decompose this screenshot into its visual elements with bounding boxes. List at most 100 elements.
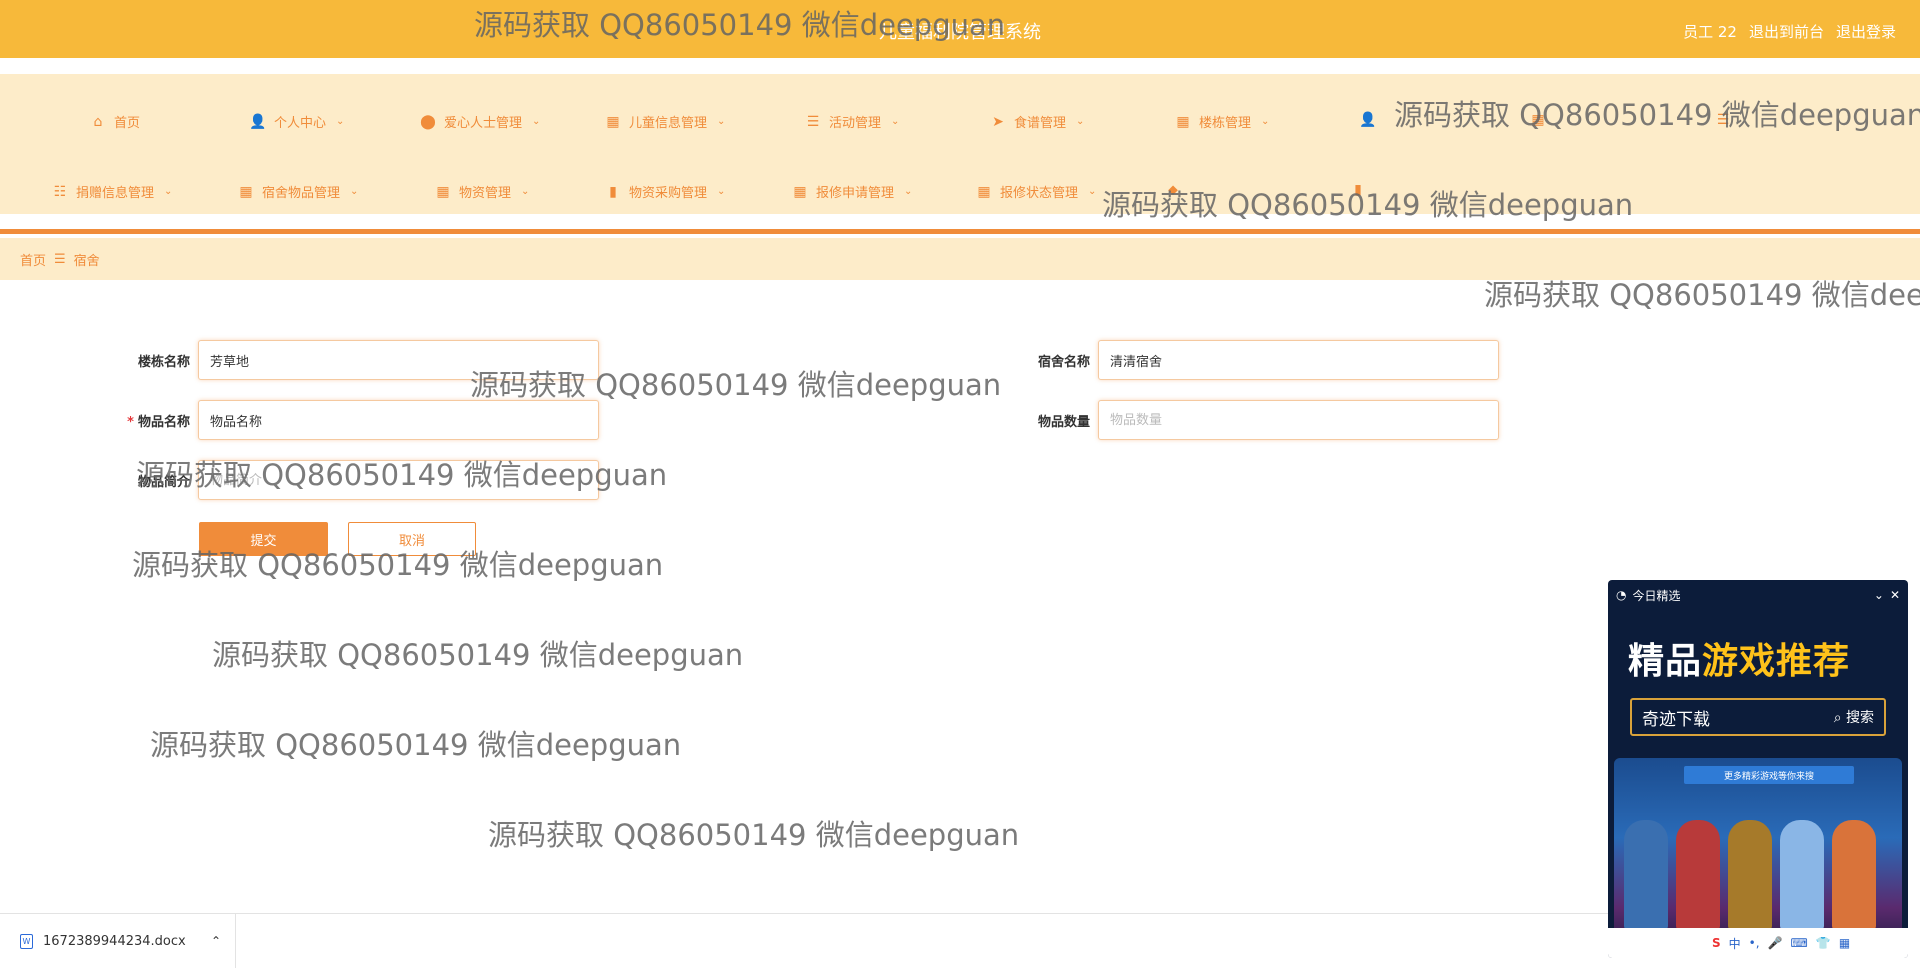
menu-row1-item[interactable]: ⬤ 爱心人士管理 ⌄ (420, 112, 540, 132)
apps-icon: ▦ (436, 183, 450, 200)
menu-row1-item[interactable]: ▦ (1530, 112, 1546, 128)
apps-icon: ▦ (977, 183, 991, 200)
apps-icon: ▦ (1176, 113, 1190, 130)
ad-popup: ◔ 今日精选 ⌄ ✕ 精品游戏推荐 奇迹下载 ⌕ 搜索 更多精彩游戏等你来搜 S… (1608, 580, 1908, 958)
menu-row1-item[interactable]: 👤 个人中心 ⌄ (249, 112, 344, 132)
apps-icon: ▦ (1531, 112, 1545, 128)
ad-character-image (1624, 820, 1668, 930)
location-pin-icon: ⬤ (420, 113, 436, 130)
breadcrumb-current: 宿舍 (73, 253, 100, 269)
ad-search-text: 奇迹下载 (1642, 709, 1710, 730)
logout-link[interactable]: 退出登录 (1836, 21, 1896, 42)
chevron-down-icon: ⌄ (1076, 116, 1085, 127)
menu-row2-item-label: 报修状态管理 (1000, 186, 1079, 201)
search-icon: ⌕ (1833, 710, 1846, 726)
menu-row2-item[interactable]: ▦ 物资管理 ⌄ (435, 182, 529, 202)
chevron-down-icon: ⌄ (717, 116, 726, 127)
menu-row1-item[interactable]: ☰ (1715, 112, 1731, 128)
ad-search-button[interactable]: ⌕ 搜索 (1834, 707, 1874, 727)
chevron-up-icon[interactable]: ⌃ (211, 934, 221, 948)
home-icon: ⌂ (93, 113, 103, 130)
ad-character-image (1832, 820, 1876, 930)
ime-mic-icon[interactable]: 🎤 (1768, 936, 1783, 950)
menu-row2-item-label: 捐赠信息管理 (76, 186, 155, 201)
bar-chart-icon: ▮ (609, 183, 617, 200)
accent-divider (0, 229, 1920, 234)
list-icon: ☰ (806, 113, 820, 130)
item-desc-input[interactable] (198, 460, 599, 500)
item-qty-row: 物品数量 (1018, 400, 1499, 440)
dorm-label: 宿舍名称 (1037, 354, 1090, 370)
menu-row1-item[interactable]: 👤 (1359, 112, 1376, 128)
menu-row1-item[interactable]: ➤ 食谱管理 ⌄ (990, 112, 1085, 132)
ime-apps-icon[interactable]: ▦ (1839, 936, 1850, 950)
menu-row1-item[interactable]: ▦ 楼栋管理 ⌄ (1175, 112, 1269, 132)
ime-punctuation-icon[interactable]: •, (1749, 936, 1760, 950)
grid-icon: ▦ (606, 113, 620, 130)
submit-button[interactable]: 提交 (199, 522, 328, 556)
apps-icon: ▦ (793, 183, 807, 200)
menu-row1-item-label: 食谱管理 (1014, 116, 1067, 131)
menu-row1-item[interactable]: ☰ 活动管理 ⌄ (805, 112, 900, 132)
menu-row2-item[interactable]: ▦ 宿舍物品管理 ⌄ (238, 182, 359, 202)
dorm-row: 宿舍名称 (1018, 340, 1499, 380)
menu-row1-item[interactable]: ▦ 儿童信息管理 ⌄ (605, 112, 726, 132)
ad-search-box[interactable]: 奇迹下载 ⌕ 搜索 (1630, 698, 1886, 736)
ime-chinese-mode[interactable]: 中 (1729, 935, 1741, 952)
download-item[interactable]: W 1672389944234.docx ⌃ (0, 913, 236, 968)
item-name-row: * 物品名称 (118, 400, 599, 440)
list-icon: ☰ (1716, 112, 1730, 128)
apps-icon: ▦ (239, 183, 253, 200)
ime-skin-icon[interactable]: 👕 (1816, 936, 1831, 950)
menu-row1-item-label: 爱心人士管理 (444, 116, 523, 131)
dorm-input[interactable] (1098, 340, 1499, 380)
breadcrumb-home[interactable]: 首页 (20, 250, 46, 269)
bar-chart-icon: ▮ (1354, 182, 1362, 198)
sogou-logo-icon: S (1712, 936, 1721, 950)
ad-title: 精品游戏推荐 (1628, 641, 1851, 682)
building-input[interactable] (198, 340, 599, 380)
cancel-button[interactable]: 取消 (348, 522, 476, 556)
watermark: 源码获取 QQ86050149 微信deepguan (150, 728, 682, 762)
ad-close-icon[interactable]: ✕ (1890, 588, 1900, 602)
menu-row2-item[interactable]: ⬥ (1165, 182, 1181, 198)
chevron-down-icon: ⌄ (164, 186, 173, 197)
top-bar: 儿童福利院管理系统 员工 22 退出到前台 退出登录 (0, 0, 1920, 58)
ad-collapse-icon[interactable]: ⌄ (1874, 588, 1884, 602)
ad-header-label: 今日精选 (1632, 588, 1681, 603)
ime-keyboard-icon[interactable]: ⌨ (1791, 936, 1808, 950)
item-name-input[interactable] (198, 400, 599, 440)
download-filename: 1672389944234.docx (43, 933, 186, 949)
menu-row2-item[interactable]: ▦ 报修状态管理 ⌄ (976, 182, 1096, 202)
menu-row1-item-label: 首页 (114, 116, 141, 131)
item-desc-row: 物品简介 (118, 460, 599, 500)
menu-row2-item-label: 报修申请管理 (816, 186, 895, 201)
menu-row1-item-label: 活动管理 (829, 116, 882, 131)
menu-row2-item[interactable]: ☷ 捐赠信息管理 ⌄ (52, 182, 173, 202)
ad-character-image (1780, 820, 1824, 930)
chevron-down-icon: ⌄ (350, 186, 359, 197)
chevron-down-icon: ⌄ (717, 186, 726, 197)
item-name-label: * 物品名称 (127, 414, 190, 430)
user-icon: 👤 (249, 113, 267, 130)
user-links: 员工 22 退出到前台 退出登录 (1683, 21, 1896, 42)
watermark: 源码获取 QQ86050149 微信deepguan (488, 818, 1020, 852)
breadcrumb-separator-icon: ☰ (54, 251, 66, 267)
ad-banner-ribbon: 更多精彩游戏等你来搜 (1684, 766, 1854, 784)
building-label: 楼栋名称 (137, 354, 190, 370)
menu-row2-item[interactable]: ▮ 物资采购管理 ⌄ (605, 182, 726, 202)
menu-row1-item-label: 楼栋管理 (1199, 116, 1252, 131)
building-row: 楼栋名称 (118, 340, 599, 380)
menu-row1-item-label: 儿童信息管理 (629, 116, 708, 131)
back-to-frontend-link[interactable]: 退出到前台 (1749, 21, 1824, 42)
menu-row2-item[interactable]: ▦ 报修申请管理 ⌄ (792, 182, 912, 202)
menu-row2-item[interactable]: ▮ (1350, 182, 1366, 198)
breadcrumb: 首页 ☰ 宿舍 (0, 238, 1920, 280)
menu-row1-item-label: 个人中心 (274, 116, 327, 131)
menu-row1-item[interactable]: ⌂ 首页 (90, 112, 141, 132)
user-name-link[interactable]: 员工 22 (1683, 21, 1737, 42)
item-qty-input[interactable] (1098, 400, 1499, 440)
tag-icon: ⬥ (1168, 182, 1178, 198)
ad-character-image (1676, 820, 1720, 930)
menu-row2-item-label: 物资管理 (459, 186, 512, 201)
